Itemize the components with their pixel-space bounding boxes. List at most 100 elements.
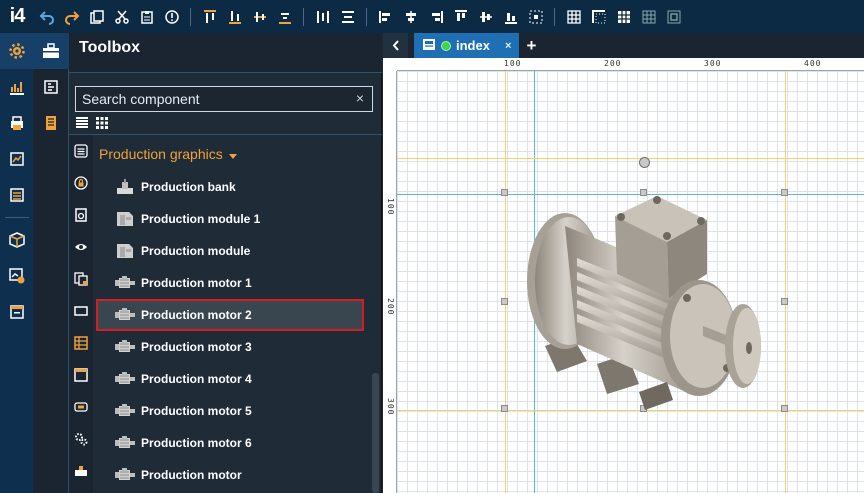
align-middle-icon[interactable] bbox=[247, 4, 272, 29]
category-window-icon[interactable] bbox=[69, 359, 93, 391]
category-table-icon[interactable] bbox=[69, 327, 93, 359]
main-toolbar: i4 bbox=[0, 0, 864, 33]
print-icon[interactable] bbox=[0, 105, 33, 141]
toolbar-separator bbox=[190, 7, 191, 26]
align-top-icon[interactable] bbox=[197, 4, 222, 29]
toolbox-scrollbar[interactable] bbox=[372, 373, 379, 493]
list-item-selected[interactable]: Production motor 2 bbox=[96, 299, 364, 331]
dashboard-icon[interactable] bbox=[0, 69, 33, 105]
list-view-icon[interactable] bbox=[75, 116, 89, 135]
toolbar-separator bbox=[303, 7, 304, 26]
snap-icon[interactable] bbox=[661, 4, 686, 29]
package-icon[interactable] bbox=[0, 222, 33, 258]
resize-handle[interactable] bbox=[501, 298, 508, 305]
view-mode-switch bbox=[75, 116, 109, 135]
list-item-label: Production motor 2 bbox=[141, 308, 252, 322]
search-input[interactable] bbox=[76, 87, 346, 111]
list-item[interactable]: Production motor 4 bbox=[96, 363, 364, 395]
window-icon[interactable] bbox=[0, 294, 33, 330]
cut-icon[interactable] bbox=[109, 4, 134, 29]
align-top-edge-icon[interactable] bbox=[448, 4, 473, 29]
ruler-horizontal: 100 200 300 400 bbox=[397, 58, 864, 71]
notes-tab-icon[interactable] bbox=[33, 105, 69, 141]
category-list-icon[interactable] bbox=[69, 135, 93, 167]
resize-handle[interactable] bbox=[501, 405, 508, 412]
grid-lines-icon[interactable] bbox=[611, 4, 636, 29]
production-module-icon bbox=[114, 209, 136, 229]
category-tool-icon[interactable] bbox=[69, 455, 93, 487]
category-gears-icon[interactable] bbox=[69, 423, 93, 455]
guide-vertical bbox=[785, 71, 786, 493]
list-item[interactable]: Production bank bbox=[96, 171, 364, 203]
list-item[interactable]: Production motor 5 bbox=[96, 395, 364, 427]
clear-icon[interactable]: × bbox=[356, 90, 364, 106]
rotate-handle[interactable] bbox=[639, 157, 650, 168]
align-baseline-icon[interactable] bbox=[272, 4, 297, 29]
category-frame-icon[interactable] bbox=[69, 295, 93, 327]
caret-down-icon bbox=[228, 146, 237, 162]
list-item[interactable]: Production motor bbox=[96, 459, 364, 491]
category-device-icon[interactable] bbox=[69, 199, 93, 231]
add-tab-button[interactable]: + bbox=[519, 33, 543, 58]
align-bottom-edge-icon[interactable] bbox=[498, 4, 523, 29]
resize-handle[interactable] bbox=[781, 405, 788, 412]
resize-handle[interactable] bbox=[501, 189, 508, 196]
list-item[interactable]: Production motor 1 bbox=[96, 267, 364, 299]
toolbox-divider bbox=[69, 134, 382, 135]
list-item-label: Production motor 6 bbox=[141, 436, 252, 450]
grid-dots-icon[interactable] bbox=[636, 4, 661, 29]
design-grid[interactable] bbox=[397, 71, 864, 493]
list-item-label: Production bank bbox=[141, 180, 236, 194]
list-item[interactable]: Production module 1 bbox=[96, 203, 364, 235]
undo-icon[interactable] bbox=[34, 4, 59, 29]
list-item[interactable]: Production motor 6 bbox=[96, 427, 364, 459]
tab-index[interactable]: index × bbox=[414, 33, 520, 58]
toolbar-separator bbox=[366, 7, 367, 26]
category-eye-icon[interactable] bbox=[69, 231, 93, 263]
resize-handle[interactable] bbox=[781, 189, 788, 196]
category-docs-icon[interactable] bbox=[69, 263, 93, 295]
grid-view-icon[interactable] bbox=[95, 116, 109, 135]
copy-icon[interactable] bbox=[84, 4, 109, 29]
info-icon[interactable] bbox=[159, 4, 184, 29]
align-right-icon[interactable] bbox=[423, 4, 448, 29]
component-list: Production bank Production module 1 Produc… bbox=[96, 171, 364, 491]
group-dropdown[interactable]: Production graphics bbox=[99, 146, 237, 162]
distribute-vertical-icon[interactable] bbox=[335, 4, 360, 29]
list-icon[interactable] bbox=[0, 177, 33, 213]
center-page-icon[interactable] bbox=[523, 4, 548, 29]
settings-icon[interactable] bbox=[0, 33, 33, 69]
list-item-label: Production module 1 bbox=[141, 212, 261, 226]
toolbox-tab-icon[interactable] bbox=[33, 33, 69, 69]
align-middle-edge-icon[interactable] bbox=[473, 4, 498, 29]
page-icon bbox=[422, 38, 436, 54]
app-logo: i4 bbox=[9, 5, 26, 27]
redo-icon[interactable] bbox=[59, 4, 84, 29]
production-motor-icon bbox=[114, 433, 136, 453]
production-motor-graphic[interactable] bbox=[517, 186, 782, 416]
align-center-icon[interactable] bbox=[398, 4, 423, 29]
toolbar-distribute-group bbox=[310, 0, 360, 33]
resize-handle[interactable] bbox=[781, 298, 788, 305]
production-motor-icon bbox=[114, 401, 136, 421]
status-dot bbox=[441, 40, 451, 51]
list-item-label: Production motor 3 bbox=[141, 340, 252, 354]
list-item[interactable]: Production motor 3 bbox=[96, 331, 364, 363]
align-left-icon[interactable] bbox=[373, 4, 398, 29]
grid-icon[interactable] bbox=[561, 4, 586, 29]
snap-corner-icon[interactable] bbox=[586, 4, 611, 29]
report-icon[interactable] bbox=[0, 141, 33, 177]
library-tab-icon[interactable] bbox=[33, 69, 69, 105]
category-media-icon[interactable] bbox=[69, 391, 93, 423]
tabs-back-button[interactable] bbox=[383, 33, 408, 58]
list-item[interactable]: Production module bbox=[96, 235, 364, 267]
align-bottom-icon[interactable] bbox=[222, 4, 247, 29]
distribute-horizontal-icon[interactable] bbox=[310, 4, 335, 29]
ruler-tick-label: 200 bbox=[386, 298, 395, 316]
chart-settings-icon[interactable] bbox=[0, 258, 33, 294]
tab-close-icon[interactable]: × bbox=[505, 40, 511, 52]
paste-icon[interactable] bbox=[134, 4, 159, 29]
category-lock-icon[interactable] bbox=[69, 167, 93, 199]
ruler-tick-label: 200 bbox=[604, 59, 622, 68]
toolbox-title: Toolbox bbox=[79, 39, 141, 56]
